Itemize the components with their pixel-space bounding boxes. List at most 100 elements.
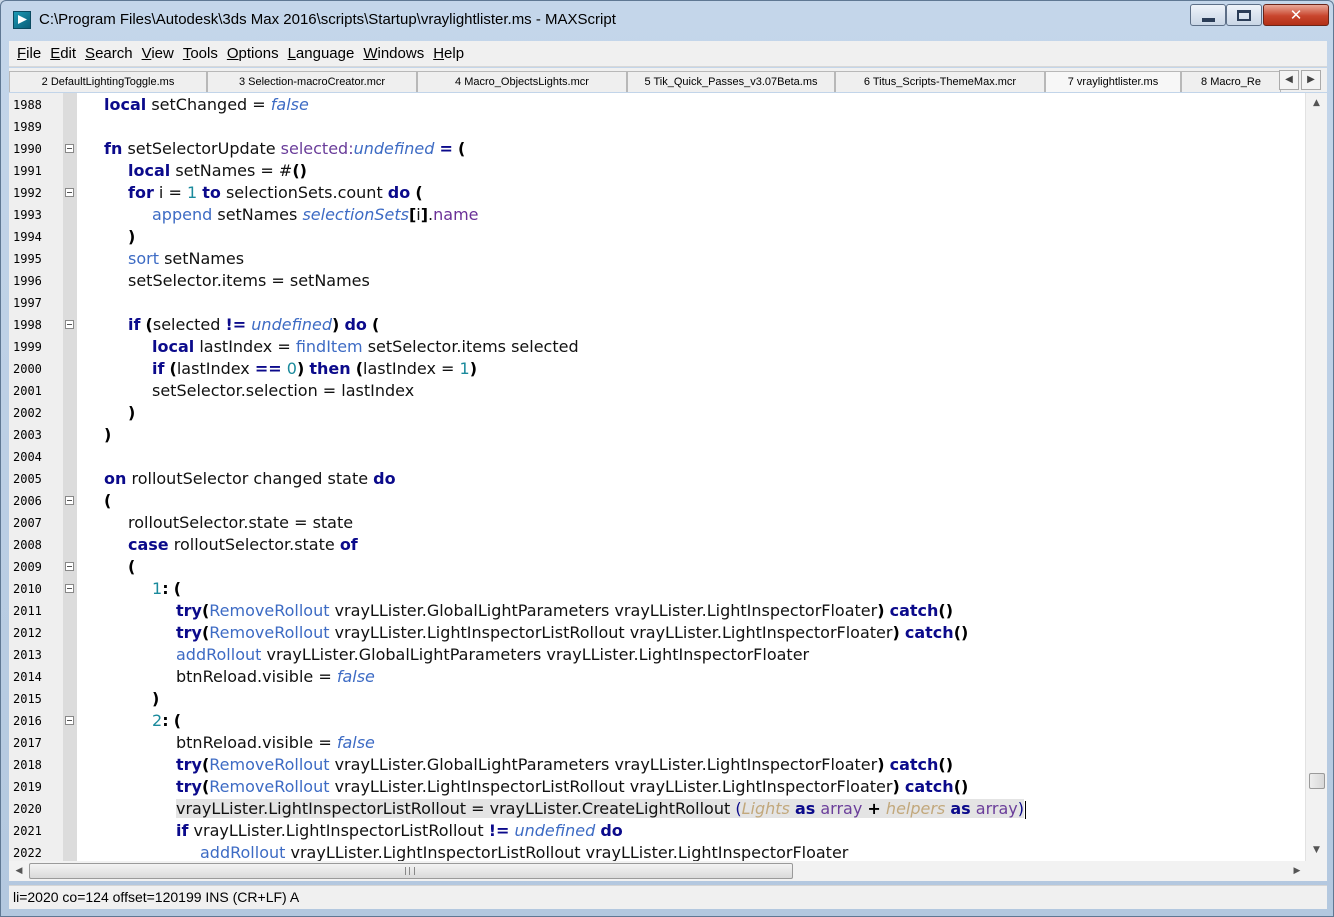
code-line[interactable]: 2008 case rolloutSelector.state of: [9, 534, 1305, 556]
menu-search[interactable]: Search: [85, 45, 133, 62]
code-line[interactable]: 2016 2: (: [9, 710, 1305, 732]
vertical-scrollbar[interactable]: ▲ ▼: [1305, 93, 1327, 861]
line-number: 2012: [13, 626, 42, 640]
code-token: array: [820, 799, 863, 818]
menu-edit[interactable]: Edit: [50, 45, 76, 62]
code-line[interactable]: 2000 if (lastIndex == 0) then (lastIndex …: [9, 358, 1305, 380]
code-line[interactable]: 1991 local setNames = #(): [9, 160, 1305, 182]
vertical-scroll-thumb[interactable]: [1309, 773, 1325, 789]
code-token: ): [877, 755, 885, 774]
code-text: ): [128, 227, 135, 246]
code-line[interactable]: 1994): [9, 226, 1305, 248]
code-text: sort setNames: [128, 249, 244, 268]
code-text: setSelector.items = setNames: [128, 271, 370, 290]
code-line[interactable]: 2013 addRollout vrayLLister.GlobalLightPa…: [9, 644, 1305, 666]
code-line[interactable]: 2002): [9, 402, 1305, 424]
file-tab[interactable]: 4 Macro_ObjectsLights.mcr: [417, 71, 627, 92]
maximize-icon: [1237, 9, 1251, 21]
code-line[interactable]: 2010 1: (: [9, 578, 1305, 600]
file-tab[interactable]: 2 DefaultLightingToggle.ms: [9, 71, 207, 92]
code-editor[interactable]: 1988 local setChanged = false 1989 1990 fn s…: [9, 93, 1327, 861]
menu-language[interactable]: Language: [288, 45, 355, 62]
line-number: 2022: [13, 846, 42, 860]
file-tab[interactable]: 7 vraylightlister.ms: [1045, 71, 1181, 92]
code-token: rolloutSelector.state = state: [128, 513, 354, 532]
scroll-left-arrow-icon[interactable]: ◀: [11, 863, 27, 879]
tab-scroll-left-button[interactable]: ◀: [1279, 70, 1299, 90]
horizontal-scroll-thumb[interactable]: [29, 863, 793, 879]
code-line[interactable]: 2004: [9, 446, 1305, 468]
code-line[interactable]: 2001 setSelector.selection = lastIndex: [9, 380, 1305, 402]
menu-view[interactable]: View: [142, 45, 174, 62]
fold-toggle-icon[interactable]: [65, 320, 74, 329]
menu-tools[interactable]: Tools: [183, 45, 218, 62]
code-line[interactable]: 2017 btnReload.visible = false: [9, 732, 1305, 754]
code-line[interactable]: 1993 append setNames selectionSets[i].nam…: [9, 204, 1305, 226]
code-line[interactable]: 1988 local setChanged = false: [9, 94, 1305, 116]
file-tab[interactable]: 6 Titus_Scripts-ThemeMax.mcr: [835, 71, 1045, 92]
code-line[interactable]: 2005 on rolloutSelector changed state do: [9, 468, 1305, 490]
code-line[interactable]: 1998 if (selected != undefined) do (: [9, 314, 1305, 336]
code-line[interactable]: 2003): [9, 424, 1305, 446]
code-token: 1: [186, 183, 198, 202]
scroll-up-arrow-icon[interactable]: ▲: [1309, 96, 1324, 111]
code-line[interactable]: 1990 fn setSelectorUpdate selected:undefi…: [9, 138, 1305, 160]
code-line[interactable]: 2015): [9, 688, 1305, 710]
code-line[interactable]: 1999 local lastIndex = findItem setSelect…: [9, 336, 1305, 358]
code-line[interactable]: 2022 addRollout vrayLLister.LightInspecto…: [9, 842, 1305, 861]
code-text: (: [128, 557, 135, 576]
code-line[interactable]: 2014 btnReload.visible = false: [9, 666, 1305, 688]
menu-help[interactable]: Help: [433, 45, 464, 62]
code-text: for i = 1 to selectionSets.count do (: [128, 183, 423, 202]
code-token: local: [128, 161, 171, 180]
line-number: 1996: [13, 274, 42, 288]
code-line[interactable]: 2020 vrayLLister.LightInspectorListRollou…: [9, 798, 1305, 820]
code-line[interactable]: 1996 setSelector.items = setNames: [9, 270, 1305, 292]
scroll-right-arrow-icon[interactable]: ▶: [1289, 863, 1305, 879]
code-token: sort: [128, 249, 159, 268]
fold-toggle-icon[interactable]: [65, 584, 74, 593]
close-button[interactable]: ✕: [1263, 4, 1329, 26]
title-bar[interactable]: C:\Program Files\Autodesk\3ds Max 2016\s…: [1, 1, 1333, 39]
maximize-button[interactable]: [1226, 4, 1262, 26]
code-token: false: [270, 95, 309, 114]
file-tab[interactable]: 3 Selection-macroCreator.mcr: [207, 71, 417, 92]
code-token: catch: [889, 755, 939, 774]
code-line[interactable]: 2006 (: [9, 490, 1305, 512]
menu-file[interactable]: File: [17, 45, 41, 62]
code-token: setNames: [158, 249, 245, 268]
code-token: (: [173, 711, 181, 730]
code-line[interactable]: 2012 try(RemoveRollout vrayLLister.LightI…: [9, 622, 1305, 644]
code-line[interactable]: 1995 sort setNames: [9, 248, 1305, 270]
code-line[interactable]: 2011 try(RemoveRollout vrayLLister.Global…: [9, 600, 1305, 622]
code-token: undefined: [353, 139, 435, 158]
minimize-button[interactable]: [1190, 4, 1226, 26]
tab-scroll-right-button[interactable]: ▶: [1301, 70, 1321, 90]
code-token: !=: [225, 315, 247, 334]
menu-windows[interactable]: Windows: [363, 45, 424, 62]
code-token: try: [176, 755, 202, 774]
code-line[interactable]: 2007 rolloutSelector.state = state: [9, 512, 1305, 534]
code-token: catch: [904, 623, 954, 642]
code-line[interactable]: 1989: [9, 116, 1305, 138]
code-line[interactable]: 2018 try(RemoveRollout vrayLLister.Global…: [9, 754, 1305, 776]
file-tab[interactable]: 8 Macro_Re: [1181, 71, 1281, 92]
fold-toggle-icon[interactable]: [65, 562, 74, 571]
file-tab[interactable]: 5 Tik_Quick_Passes_v3.07Beta.ms: [627, 71, 835, 92]
code-token: Lights: [741, 799, 790, 818]
scroll-down-arrow-icon[interactable]: ▼: [1309, 843, 1324, 858]
code-line[interactable]: 1992 for i = 1 to selectionSets.count do …: [9, 182, 1305, 204]
fold-toggle-icon[interactable]: [65, 716, 74, 725]
code-text: try(RemoveRollout vrayLLister.LightInspe…: [176, 623, 968, 642]
code-text: on rolloutSelector changed state do: [104, 469, 396, 488]
menu-options[interactable]: Options: [227, 45, 279, 62]
fold-toggle-icon[interactable]: [65, 144, 74, 153]
code-line[interactable]: 1997: [9, 292, 1305, 314]
fold-toggle-icon[interactable]: [65, 496, 74, 505]
code-line[interactable]: 2021 if vrayLLister.LightInspectorListRol…: [9, 820, 1305, 842]
fold-toggle-icon[interactable]: [65, 188, 74, 197]
code-line[interactable]: 2009 (: [9, 556, 1305, 578]
code-line[interactable]: 2019 try(RemoveRollout vrayLLister.LightI…: [9, 776, 1305, 798]
horizontal-scrollbar[interactable]: ◀ ▶: [9, 861, 1327, 881]
line-number: 2021: [13, 824, 42, 838]
